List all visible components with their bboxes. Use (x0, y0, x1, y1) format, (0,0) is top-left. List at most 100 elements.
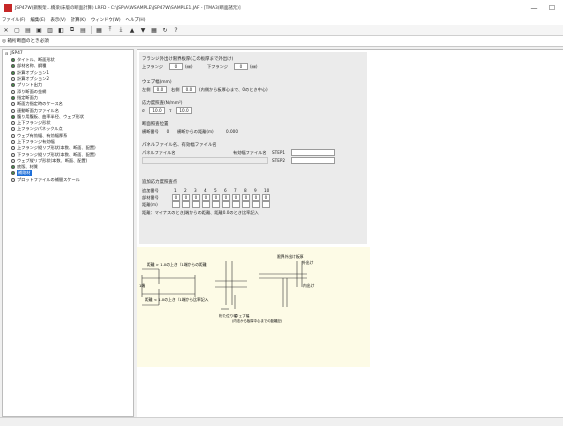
addstress-distance-input[interactable] (172, 201, 180, 208)
flange-lower-input[interactable]: 0 (234, 63, 248, 70)
tree-panel[interactable]: ⊟ JSP47 タイトル、断面形状 部材名称、鋼種 計算オプション1 計算オプション2… (2, 49, 134, 417)
maximize-button[interactable]: ☐ (543, 0, 561, 15)
panel-file-input[interactable] (142, 157, 268, 164)
flange-upper-input[interactable]: 0 (169, 63, 183, 70)
save-icon[interactable]: ▣ (34, 26, 44, 35)
menu-help[interactable]: ヘルプ(H) (126, 17, 146, 23)
menu-file[interactable]: ファイル(F) (2, 17, 26, 23)
addstress-distance-input[interactable] (182, 201, 190, 208)
addstress-distance-input[interactable] (202, 201, 210, 208)
circle-icon (11, 89, 15, 94)
addstress-distance-input[interactable] (252, 201, 260, 208)
tree-item-label: 添り断面の金網 (17, 88, 47, 94)
addstress-member-input[interactable]: 0 (202, 194, 210, 201)
flange-group-title: フランジ外出け限界板厚(この板厚まで外出け) (142, 57, 234, 62)
addstress-member-input[interactable]: 0 (252, 194, 260, 201)
addstress-distance-input[interactable] (242, 201, 250, 208)
web-right-label: 右側 (171, 87, 180, 92)
window-title: JSP47W(鋼製架…橋梁/床版の断面計算) LRFD - C:\JSP\A\W… (15, 5, 241, 11)
circle-icon (11, 152, 15, 157)
addstress-number: 1 (174, 188, 177, 193)
addstress-member-input[interactable]: 0 (262, 194, 270, 201)
help-icon[interactable]: ? (171, 26, 181, 35)
addstress-number: 2 (184, 188, 187, 193)
calc-icon[interactable]: ▦ (94, 26, 104, 35)
addstress-distance-input[interactable] (262, 201, 270, 208)
flange-lower-unit: (㎜) (250, 64, 258, 69)
addstress-row2-label: 部材番号 (142, 195, 159, 200)
tau-input[interactable]: 10.0 (176, 107, 192, 114)
circle-icon (11, 102, 15, 107)
step2-input[interactable] (291, 157, 335, 164)
refresh-icon[interactable]: ↻ (160, 26, 170, 35)
copy-icon[interactable]: ⧉ (67, 26, 77, 35)
panel-file-label: パネルファイル名 (142, 150, 176, 155)
down-arrow-icon[interactable]: ▼ (138, 26, 148, 35)
section-label: 横断番号 (142, 129, 159, 134)
window-titlebar: JSP47W(鋼製架…橋梁/床版の断面計算) LRFD - C:\JSP\A\W… (0, 0, 563, 15)
paste-icon[interactable]: ▤ (78, 26, 88, 35)
addstress-member-input[interactable]: 0 (172, 194, 180, 201)
web-right-input[interactable]: 0.0 (182, 86, 196, 93)
addstress-number: 3 (194, 188, 197, 193)
preview-icon[interactable]: ◧ (56, 26, 66, 35)
tree-item-label: 上フランジパネックル点 (17, 126, 63, 132)
circle-icon (11, 158, 15, 163)
down-icon[interactable]: ⤓ (116, 26, 126, 35)
addstress-member-input[interactable]: 0 (242, 194, 250, 201)
tree-item-label: 下フランジ縦リブ形状(本数、断面、配置) (17, 151, 96, 157)
check-circle-icon (11, 58, 15, 63)
sigma-input[interactable]: 10.0 (149, 107, 165, 114)
toolbar-separator (91, 26, 92, 34)
tree-item[interactable]: プロットファイルの補間スケール (3, 177, 133, 183)
addstress-note: 距離：マイナスのときJ端からの距離、距離0.0のとき比率記入 (142, 210, 259, 215)
print-icon[interactable]: ▥ (45, 26, 55, 35)
circle-icon (11, 108, 15, 113)
eff-file-label: 有効幅ファイル名 (233, 150, 267, 155)
check-circle-icon (11, 64, 15, 69)
section-value[interactable]: 0 (164, 128, 172, 135)
addstress-member-input[interactable]: 0 (182, 194, 190, 201)
check-circle-icon (11, 165, 15, 170)
fig-label-6: (内法から板厚中心までの距離記) (232, 318, 283, 323)
menu-calc[interactable]: 計算(K) (71, 17, 86, 23)
addstress-distance-input[interactable] (232, 201, 240, 208)
web-left-input[interactable]: 0.0 (153, 86, 167, 93)
addstress-member-input[interactable]: 0 (192, 194, 200, 201)
step1-input[interactable] (291, 149, 335, 156)
tree-item-label: 計算オプション1 (17, 69, 49, 75)
tree-item-label: 部材名称、鋼種 (17, 63, 47, 69)
grid-icon[interactable]: ▦ (149, 26, 159, 35)
addstress-distance-input[interactable] (222, 201, 230, 208)
addstress-number: 4 (204, 188, 207, 193)
tree-item-label: ウェブ有効幅、有効幅厚系 (17, 132, 68, 138)
new-icon[interactable]: ▢ (12, 26, 22, 35)
menu-edit[interactable]: 編集(E) (31, 17, 46, 23)
circle-icon (11, 127, 15, 132)
section-distance-value[interactable]: 0.000 (224, 128, 240, 135)
toolbar: ✕ ▢ ▤ ▣ ▥ ◧ ⧉ ▤ ▦ ⤒ ⤓ ▲ ▼ ▦ ↻ ? (0, 25, 563, 36)
addstress-member-input[interactable]: 0 (222, 194, 230, 201)
up-arrow-icon[interactable]: ▲ (127, 26, 137, 35)
addstress-member-input[interactable]: 0 (232, 194, 240, 201)
close-icon[interactable]: ✕ (1, 26, 11, 35)
up-icon[interactable]: ⤒ (105, 26, 115, 35)
window-controls: — ☐ (525, 0, 561, 15)
web-group-title: ウェブ幅(mm) (142, 80, 172, 85)
tree-root[interactable]: ⊟ JSP47 (3, 50, 133, 57)
stress-group-title: 応力度照査(N/mm²) (142, 101, 183, 106)
addstress-distance-input[interactable] (192, 201, 200, 208)
minimize-button[interactable]: — (525, 0, 543, 15)
fig-label-7: 限界外出け板厚 (277, 254, 304, 259)
addstress-member-input[interactable]: 0 (212, 194, 220, 201)
menu-window[interactable]: ウィンドウ(W) (91, 17, 121, 23)
addstress-number: 8 (244, 188, 247, 193)
open-icon[interactable]: ▤ (23, 26, 33, 35)
addstress-number: 5 (214, 188, 217, 193)
tree-item-label: ウェブ縦リブ形状(本数、断面、配置) (17, 157, 88, 163)
addstress-distance-input[interactable] (212, 201, 220, 208)
tree-collapse-icon[interactable]: ⊟ (5, 51, 8, 56)
form-area: フランジ外出け限界板厚(この板厚まで外出け) 上フランジ 0 (㎜) 下フランジ… (139, 52, 367, 244)
menu-view[interactable]: 表示(V) (51, 17, 66, 23)
panel-group-title: パネルファイル名、有効幅ファイル名 (142, 143, 217, 148)
